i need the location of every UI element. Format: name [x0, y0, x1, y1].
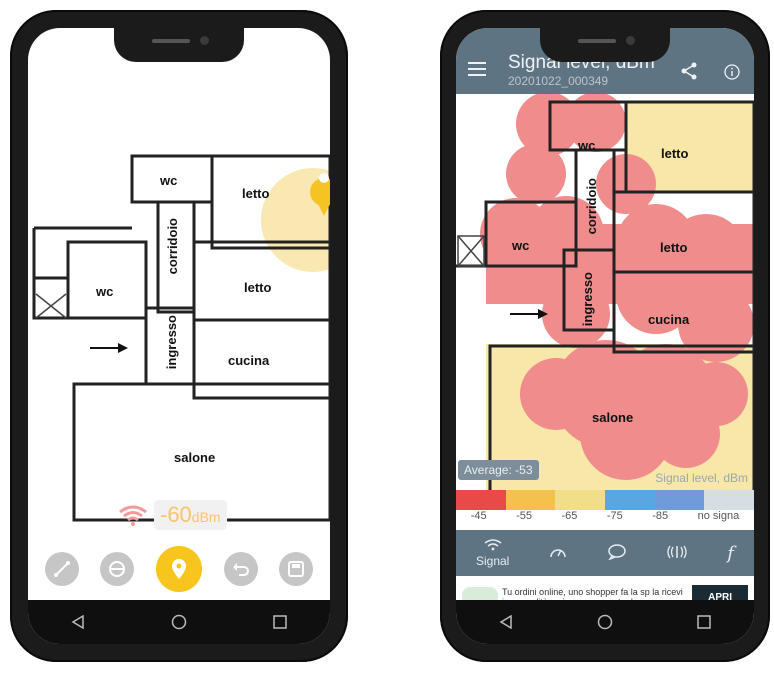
undo-button[interactable]: [223, 552, 258, 586]
heat-room-wc-left: wc: [512, 238, 530, 253]
signal-value: -60dBm: [154, 500, 227, 530]
tab-speedtest[interactable]: [549, 544, 567, 563]
room-label-ingresso: ingresso: [164, 315, 179, 370]
signal-unit: dBm: [191, 509, 221, 525]
room-label-wc-left: wc: [96, 284, 114, 299]
heat-room-cucina: cucina: [648, 312, 690, 327]
recents-button[interactable]: [694, 612, 714, 632]
place-pin-button[interactable]: [155, 546, 202, 592]
info-icon[interactable]: [724, 64, 740, 80]
undo-icon: [232, 563, 249, 576]
tab-function[interactable]: f: [727, 543, 734, 564]
room-label-letto-mid: letto: [244, 280, 272, 295]
waves-icon: [667, 545, 687, 558]
tab-messages[interactable]: [607, 543, 627, 563]
scale-tick: -65: [561, 510, 578, 522]
tab-signal[interactable]: Signal: [475, 538, 510, 568]
scale-swatch: [704, 490, 754, 510]
notch: [540, 28, 670, 62]
heat-room-corridoio: corridoio: [584, 178, 599, 235]
scale-tick: -55: [516, 510, 533, 522]
heat-room-ingresso: ingresso: [580, 272, 595, 327]
room-label-salone: salone: [174, 450, 216, 465]
function-icon: f: [727, 542, 734, 564]
room-label-cucina: cucina: [228, 353, 270, 368]
control-bar: [28, 538, 330, 600]
android-nav-bar: [28, 600, 330, 644]
average-badge: Average: -53: [458, 460, 539, 480]
room-label-corridoio: corridoio: [165, 218, 180, 275]
measure-tool-button[interactable]: [44, 552, 79, 586]
scale-tick: -75: [606, 510, 623, 522]
save-button[interactable]: [279, 552, 314, 586]
room-label-letto-top: letto: [242, 186, 270, 201]
measure-tool-icon: [53, 561, 70, 577]
ruler-button[interactable]: [100, 552, 135, 586]
scale-tick: no signa: [697, 510, 740, 522]
app-subtitle: 20201022_000349: [508, 74, 609, 88]
legend-title: Signal level, dBm: [655, 471, 748, 485]
menu-icon[interactable]: [468, 62, 486, 76]
left-screen: wc letto corridoio wc letto ingresso cuc…: [28, 28, 330, 644]
recents-button[interactable]: [270, 612, 290, 632]
scale-ticks: -45 -55 -65 -75 -85 no signa: [456, 510, 754, 530]
home-icon: [171, 614, 187, 630]
save-icon: [288, 561, 305, 577]
wifi-icon: [484, 538, 502, 550]
notch: [114, 28, 244, 62]
location-pin-icon: [171, 559, 186, 579]
signal-number: -60: [160, 502, 192, 527]
bottom-tab-bar: Signal f: [456, 530, 754, 576]
scale-tick: -45: [470, 510, 487, 522]
ruler-icon: [109, 561, 126, 577]
scale-swatch: [654, 490, 705, 510]
scale-swatch: [505, 490, 556, 510]
back-button[interactable]: [68, 612, 88, 632]
heat-room-letto-mid: letto: [660, 240, 688, 255]
recents-icon: [697, 615, 712, 629]
chat-icon: [608, 543, 627, 561]
speedometer-icon: [550, 548, 567, 557]
scale-tick: -85: [652, 510, 669, 522]
heat-room-wc-top: wc: [578, 138, 596, 153]
back-button[interactable]: [496, 612, 516, 632]
scale-swatch: [456, 490, 506, 510]
home-button[interactable]: [169, 612, 189, 632]
scale-swatch: [555, 490, 606, 510]
back-icon: [499, 615, 512, 629]
share-icon[interactable]: [680, 62, 698, 80]
heat-room-salone: salone: [592, 410, 634, 425]
tab-waves[interactable]: [667, 544, 687, 563]
back-icon: [71, 615, 85, 629]
android-nav-bar: [456, 600, 754, 644]
recents-icon: [272, 615, 287, 629]
scale-swatch: [605, 490, 655, 510]
tab-signal-label: Signal: [475, 553, 510, 568]
heat-room-letto-top: letto: [661, 146, 689, 161]
signal-readout: -60dBm: [118, 500, 227, 530]
right-screen: Signal level, dBm 20201022_000349 wc let…: [456, 28, 754, 644]
home-button[interactable]: [595, 612, 615, 632]
left-phone: wc letto corridoio wc letto ingresso cuc…: [10, 10, 348, 662]
right-phone: Signal level, dBm 20201022_000349 wc let…: [440, 10, 770, 662]
signal-color-scale: [456, 490, 754, 510]
room-label-wc-top: wc: [160, 173, 178, 188]
wifi-icon: [119, 505, 147, 526]
home-icon: [597, 614, 613, 630]
